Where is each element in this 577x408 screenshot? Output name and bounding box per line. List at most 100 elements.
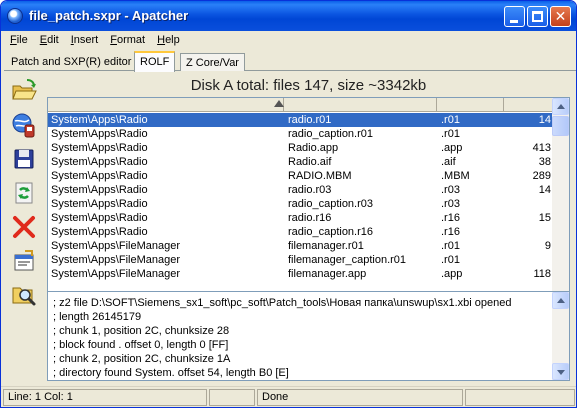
save-button[interactable] [10,145,38,173]
log-scroll-up-button[interactable] [552,292,569,309]
file-name: radio.r01 [288,114,332,126]
arrow-up-icon [557,104,565,109]
globe-device-icon [12,113,35,138]
file-path: System\Apps\FileManager [51,240,180,252]
menu-format[interactable]: Format [104,31,151,49]
file-name: filemanager.app [288,268,367,280]
log-lines: ; z2 file D:\SOFT\Siemens_sx1_soft\pc_so… [53,296,553,380]
file-name: radio_caption.r16 [288,226,374,238]
menu-help[interactable]: Help [151,31,186,49]
file-row[interactable]: System\Apps\Radio radio_caption.r01 .r01 [48,127,553,141]
file-size: 14 [538,114,551,126]
file-ext: .r01 [441,114,460,126]
file-size: 413 [532,142,551,154]
file-name: RADIO.MBM [288,170,352,182]
file-ext: .r01 [441,240,460,252]
maximize-icon [532,11,543,22]
file-size: 38 [538,156,551,168]
close-icon: ✕ [554,8,567,24]
header-ext[interactable] [437,98,504,112]
scroll-up-button[interactable] [552,98,569,115]
disk-summary: Disk A total: files 147, size ~3342kb [190,77,427,94]
title-bar[interactable]: file_patch.sxpr - Apatcher ✕ [1,1,576,31]
window-title: file_patch.sxpr - Apatcher [29,8,189,23]
file-path: System\Apps\FileManager [51,268,180,280]
file-name: radio_caption.r01 [288,128,374,140]
menu-edit[interactable]: Edit [34,31,65,49]
file-row[interactable]: System\Apps\Radio radio.r16 .r16 15 [48,211,553,225]
file-row[interactable]: System\Apps\Radio Radio.app .app 413 [48,141,553,155]
delete-x-icon [13,216,35,238]
header-size[interactable] [504,98,553,112]
menu-access-key: F [10,34,17,46]
log-line: ; chunk 1, position 2C, chunksize 28 [53,325,230,337]
file-row[interactable]: System\Apps\Radio radio.r01 .r01 14 [48,113,553,127]
maximize-button[interactable] [527,6,548,27]
menu-insert[interactable]: Insert [65,31,105,49]
file-size: 15 [538,212,551,224]
search-button[interactable] [10,281,38,309]
sort-ascending-icon [274,100,284,107]
file-ext: .app [441,268,463,280]
file-row[interactable]: System\Apps\FileManager filemanager_capti… [48,253,553,267]
rolf-panel: Disk A total: files 147, size ~3342kb Sy… [47,75,570,381]
tab-z-core-var[interactable]: Z Core/Var [180,53,245,71]
app-globe-icon[interactable] [7,8,23,24]
file-ext: .r16 [441,212,460,224]
file-path: System\Apps\Radio [51,184,148,196]
file-name: Radio.app [288,142,339,154]
file-row[interactable]: System\Apps\Radio RADIO.MBM .MBM 289 [48,169,553,183]
tab-rolf[interactable]: ROLF [134,51,176,72]
menu-label-rest: elp [165,34,180,46]
file-size: 14 [538,184,551,196]
file-ext: .app [441,142,463,154]
status-right [465,389,575,406]
log-scrollbar[interactable] [552,292,569,380]
save-disk-icon [14,149,34,169]
minimize-button[interactable] [504,6,525,27]
log-scroll-down-button[interactable] [552,363,569,380]
file-row[interactable]: System\Apps\Radio radio_caption.r03 .r03 [48,197,553,211]
log-output[interactable]: ; z2 file D:\SOFT\Siemens_sx1_soft\pc_so… [47,291,570,381]
minimize-icon [510,20,518,23]
header-path[interactable] [48,98,284,112]
file-row[interactable]: System\Apps\FileManager filemanager.r01 .r… [48,239,553,253]
file-ext: .aif [441,156,456,168]
file-row[interactable]: System\Apps\Radio Radio.aif .aif 38 [48,155,553,169]
log-line: ; block found . offset 0, length 0 [FF] [53,339,229,351]
open-folder-icon [12,79,37,100]
menu-access-key: F [110,34,117,46]
menu-file[interactable]: File [4,31,34,49]
file-row[interactable]: System\Apps\Radio radio_caption.r16 .r16 [48,225,553,239]
status-extra [209,389,255,406]
status-message: Done [257,389,463,406]
tab-strip: Patch and SXP(R) editor ROLF Z Core/Var [4,51,576,72]
menu-access-key: H [157,34,166,46]
tab-patch-editor[interactable]: Patch and SXP(R) editor [6,53,136,71]
properties-button[interactable] [10,247,38,275]
menu-label-rest: ile [16,34,28,46]
menu-bar: File Edit Insert Format Help [4,31,186,49]
file-ext: .r01 [441,128,460,140]
arrow-down-icon [557,370,565,375]
file-path: System\Apps\Radio [51,128,148,140]
close-button[interactable]: ✕ [550,6,571,27]
header-name[interactable] [284,98,437,112]
connect-button[interactable] [10,111,38,139]
file-name: filemanager_caption.r01 [288,254,407,266]
file-ext: .r01 [441,254,460,266]
log-line: ; z2 file D:\SOFT\Siemens_sx1_soft\pc_so… [53,297,512,309]
refresh-button[interactable] [10,179,38,207]
left-toolbar [4,73,45,381]
delete-button[interactable] [10,213,38,241]
scroll-thumb[interactable] [552,116,569,136]
file-ext: .r16 [441,226,460,238]
file-name: Radio.aif [288,156,332,168]
file-path: System\Apps\Radio [51,198,148,210]
file-path: System\Apps\Radio [51,142,148,154]
file-row[interactable]: System\Apps\FileManager filemanager.app .a… [48,267,553,281]
open-folder-button[interactable] [10,77,38,105]
list-header [48,98,553,112]
file-path: System\Apps\FileManager [51,254,180,266]
file-row[interactable]: System\Apps\Radio radio.r03 .r03 14 [48,183,553,197]
